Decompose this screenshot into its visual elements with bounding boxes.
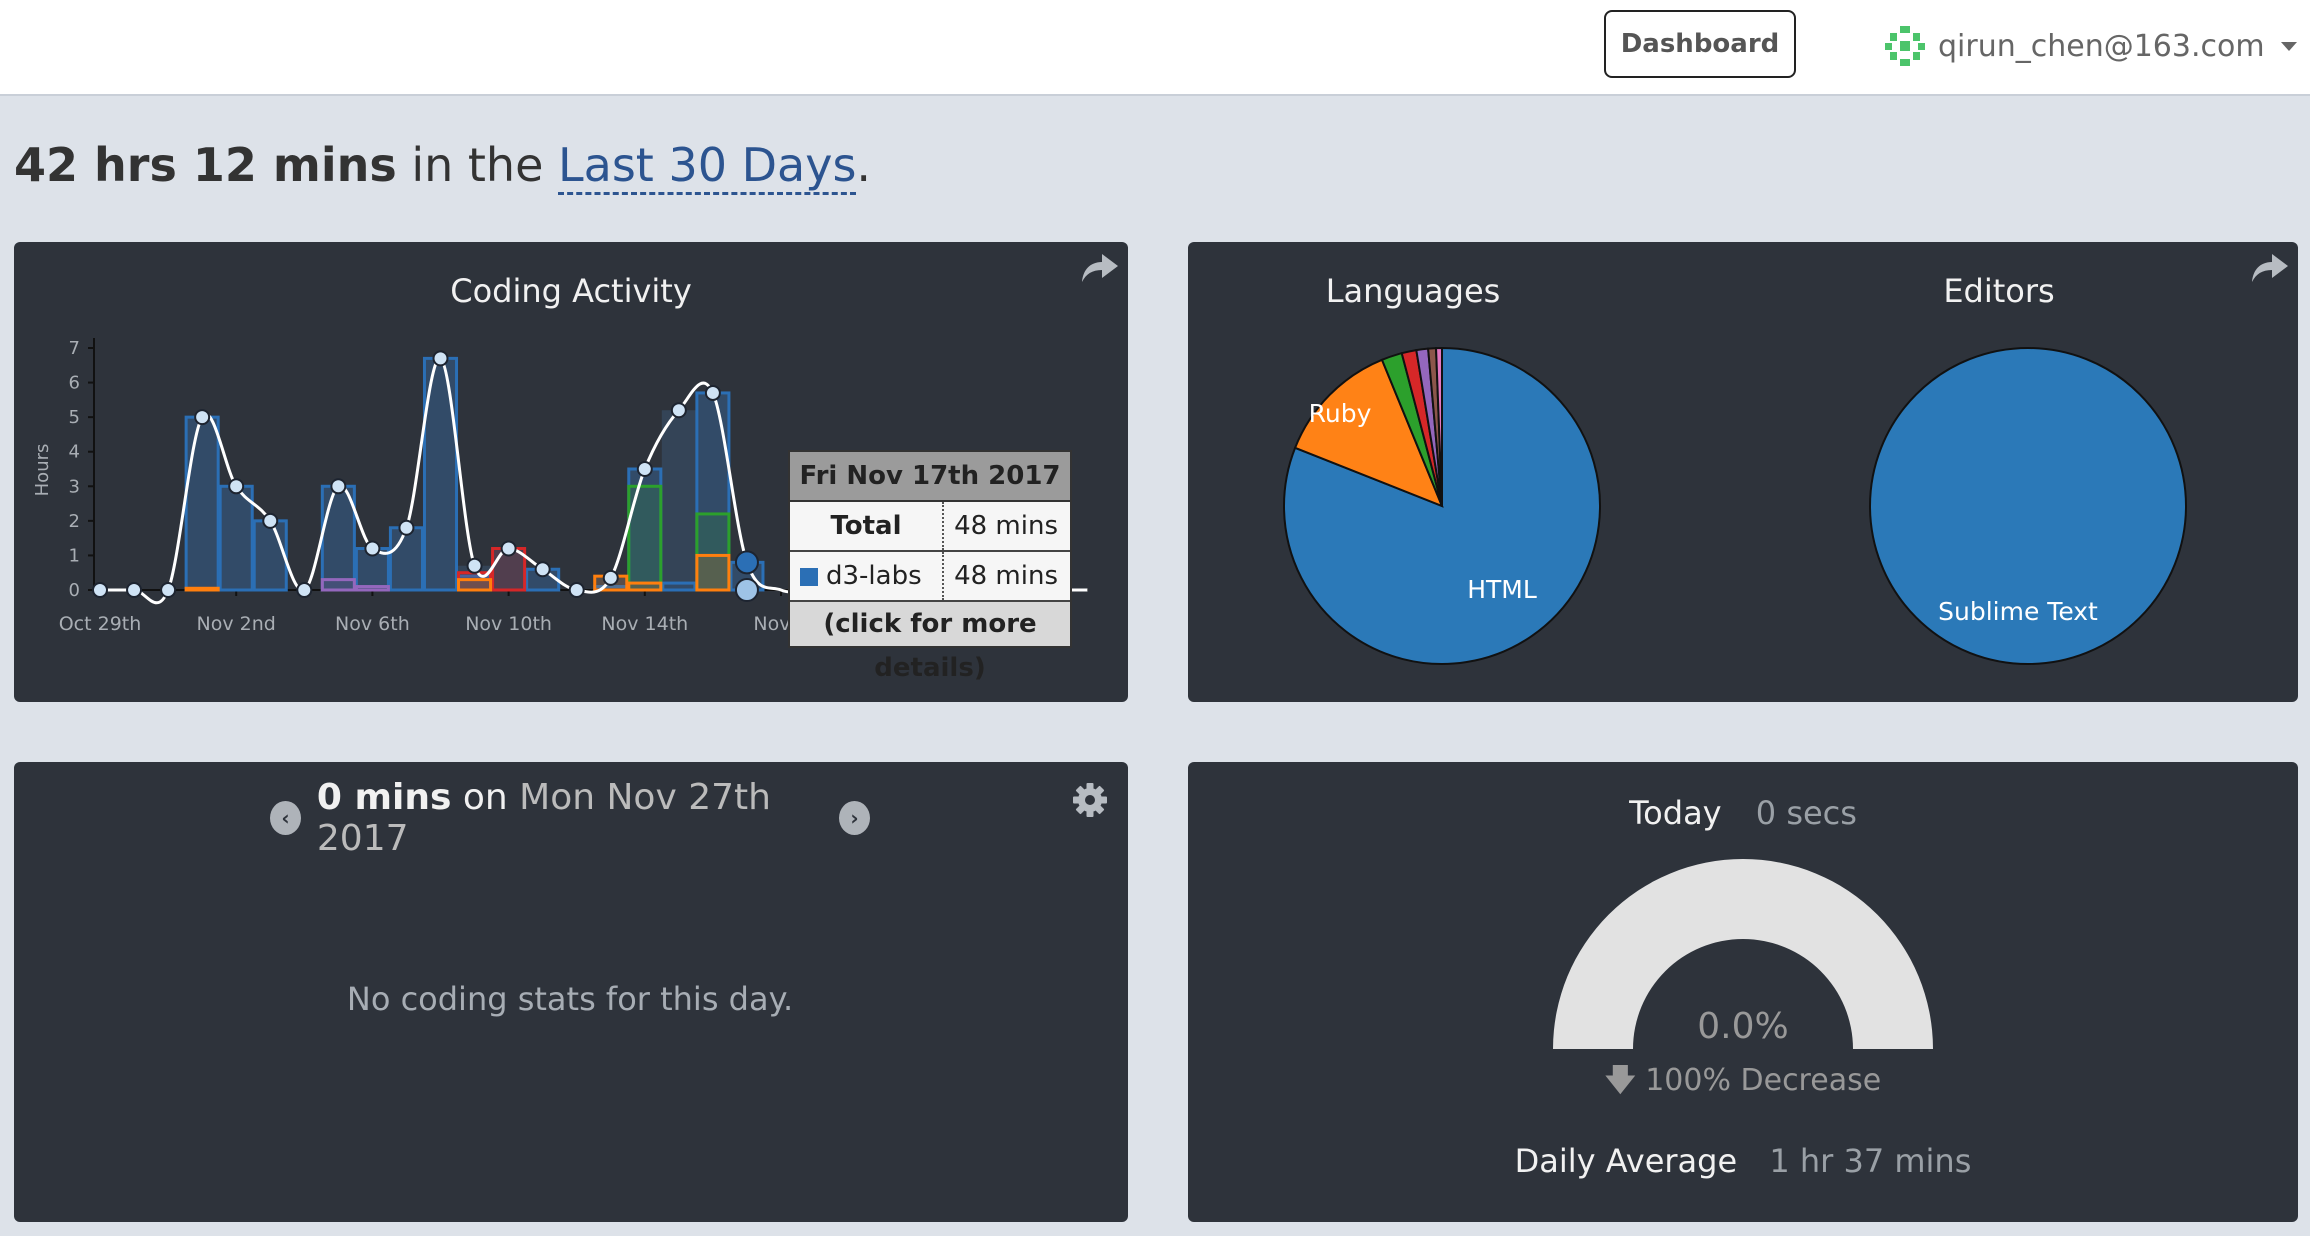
share-icon[interactable] bbox=[2250, 250, 2290, 286]
y-tick-label: 0 bbox=[69, 580, 80, 601]
y-tick-label: 6 bbox=[69, 373, 80, 394]
pie-label: HTML bbox=[1467, 575, 1537, 604]
y-tick-label: 3 bbox=[69, 476, 80, 497]
editors-title: Editors bbox=[1943, 272, 2055, 310]
series-bar bbox=[695, 553, 731, 592]
gear-icon[interactable] bbox=[1072, 782, 1108, 818]
arrow-down-icon: 🡇 bbox=[1604, 1063, 1636, 1098]
today-value: 0 secs bbox=[1755, 794, 1857, 832]
data-point bbox=[398, 519, 415, 536]
daily-average-label: Daily Average bbox=[1514, 1142, 1738, 1180]
series-bar bbox=[627, 581, 663, 592]
data-point bbox=[228, 478, 245, 495]
user-menu[interactable]: qirun_chen@163.com bbox=[1882, 22, 2297, 70]
data-point bbox=[500, 540, 517, 557]
y-tick-label: 5 bbox=[69, 407, 80, 428]
daily-average-row: Daily Average 1 hr 37 mins bbox=[1188, 1142, 2298, 1180]
change-text: 100% Decrease bbox=[1645, 1063, 1882, 1098]
summary-headline: 42 hrs 12 mins in the Last 30 Days. bbox=[14, 138, 872, 195]
y-tick-label: 1 bbox=[69, 545, 80, 566]
tooltip-project-row: d3-labs 48 mins bbox=[790, 552, 1070, 602]
user-email: qirun_chen@163.com bbox=[1938, 28, 2265, 64]
today-row: Today 0 secs bbox=[1188, 794, 2298, 832]
chevron-down-icon bbox=[2280, 41, 2297, 51]
tooltip-details-link[interactable]: (click for more details) bbox=[790, 602, 1070, 683]
pie-label: Sublime Text bbox=[1938, 597, 2098, 626]
languages-title: Languages bbox=[1325, 272, 1501, 310]
next-day-button[interactable]: › bbox=[839, 801, 870, 835]
data-point bbox=[296, 582, 313, 598]
summary-middle: in the bbox=[396, 138, 559, 192]
coding-activity-title: Coding Activity bbox=[450, 272, 692, 310]
data-point bbox=[194, 409, 211, 426]
today-panel: Today 0 secs 0.0% 🡇 100% Decrease Daily … bbox=[1188, 762, 2298, 1222]
data-point bbox=[432, 350, 449, 367]
pie-label: Ruby bbox=[1309, 399, 1372, 428]
data-point bbox=[262, 512, 279, 529]
dashboard-button[interactable]: Dashboard bbox=[1604, 10, 1796, 78]
tooltip-total-label: Total bbox=[790, 502, 944, 550]
change-row: 🡇 100% Decrease bbox=[1188, 1058, 2298, 1109]
series-bar bbox=[184, 415, 220, 592]
data-point bbox=[466, 557, 483, 574]
x-tick-label: Nov 10th bbox=[465, 613, 552, 635]
date-range-link[interactable]: Last 30 Days bbox=[558, 138, 857, 195]
data-point bbox=[92, 582, 108, 598]
y-axis-label: Hours bbox=[32, 444, 53, 497]
previous-day-button[interactable]: ‹ bbox=[270, 801, 301, 835]
series-bar bbox=[354, 585, 390, 592]
data-point bbox=[636, 461, 653, 477]
data-point bbox=[704, 384, 721, 401]
summary-suffix: . bbox=[856, 138, 872, 192]
today-label: Today bbox=[1629, 794, 1722, 832]
day-tooltip[interactable]: Fri Nov 17th 2017 Total 48 mins d3-labs … bbox=[788, 450, 1072, 683]
data-point bbox=[568, 582, 585, 598]
data-point bbox=[364, 540, 381, 557]
data-point bbox=[160, 582, 177, 598]
hover-point bbox=[734, 578, 759, 602]
series-bar bbox=[320, 578, 356, 592]
tooltip-date: Fri Nov 17th 2017 bbox=[790, 452, 1070, 502]
x-tick-label: Nov 2nd bbox=[197, 613, 276, 635]
series-bar bbox=[388, 526, 424, 592]
hover-point bbox=[734, 550, 759, 575]
share-icon[interactable] bbox=[1080, 250, 1120, 286]
y-tick-label: 2 bbox=[69, 511, 80, 532]
tooltip-total-value: 48 mins bbox=[954, 511, 1058, 541]
series-bar bbox=[320, 484, 356, 592]
y-tick-label: 4 bbox=[69, 442, 80, 463]
day-on-text: on bbox=[462, 777, 508, 818]
data-point bbox=[534, 561, 551, 578]
daily-average-value: 1 hr 37 mins bbox=[1769, 1142, 1972, 1180]
tooltip-project-label: d3-labs bbox=[826, 561, 922, 591]
tooltip-project-value: 48 mins bbox=[954, 561, 1058, 591]
data-point bbox=[670, 402, 687, 419]
series-bar bbox=[218, 484, 254, 592]
series-bar bbox=[457, 578, 493, 592]
series-bar bbox=[661, 581, 697, 592]
x-tick-label: Nov 6th bbox=[335, 613, 410, 635]
project-color-swatch bbox=[800, 567, 818, 586]
day-duration: 0 mins bbox=[316, 777, 452, 818]
languages-editors-panel: Languages Editors HTML Ruby Sublime Text bbox=[1188, 242, 2298, 702]
avatar-icon bbox=[1885, 26, 1925, 66]
data-point bbox=[330, 478, 347, 495]
x-tick-label: Nov 14th bbox=[601, 613, 688, 635]
series-bar bbox=[184, 586, 220, 592]
data-point bbox=[126, 582, 143, 598]
empty-day-message: No coding stats for this day. bbox=[346, 980, 794, 1018]
languages-pie-chart[interactable]: HTML Ruby bbox=[1272, 336, 1612, 676]
series-bar bbox=[252, 519, 288, 592]
editors-pie-chart[interactable]: Sublime Text bbox=[1858, 336, 2198, 676]
day-navigator: ‹ 0 mins on Mon Nov 27th 2017 › bbox=[270, 777, 870, 859]
top-navbar: Dashboard qirun_chen@163.com bbox=[0, 0, 2310, 96]
y-tick-label: 7 bbox=[69, 338, 80, 359]
total-time: 42 hrs 12 mins bbox=[14, 138, 397, 192]
x-tick-label: Oct 29th bbox=[59, 613, 142, 635]
gauge-percent: 0.0% bbox=[1697, 1006, 1789, 1047]
data-point bbox=[602, 569, 619, 586]
tooltip-total-row: Total 48 mins bbox=[790, 502, 1070, 552]
